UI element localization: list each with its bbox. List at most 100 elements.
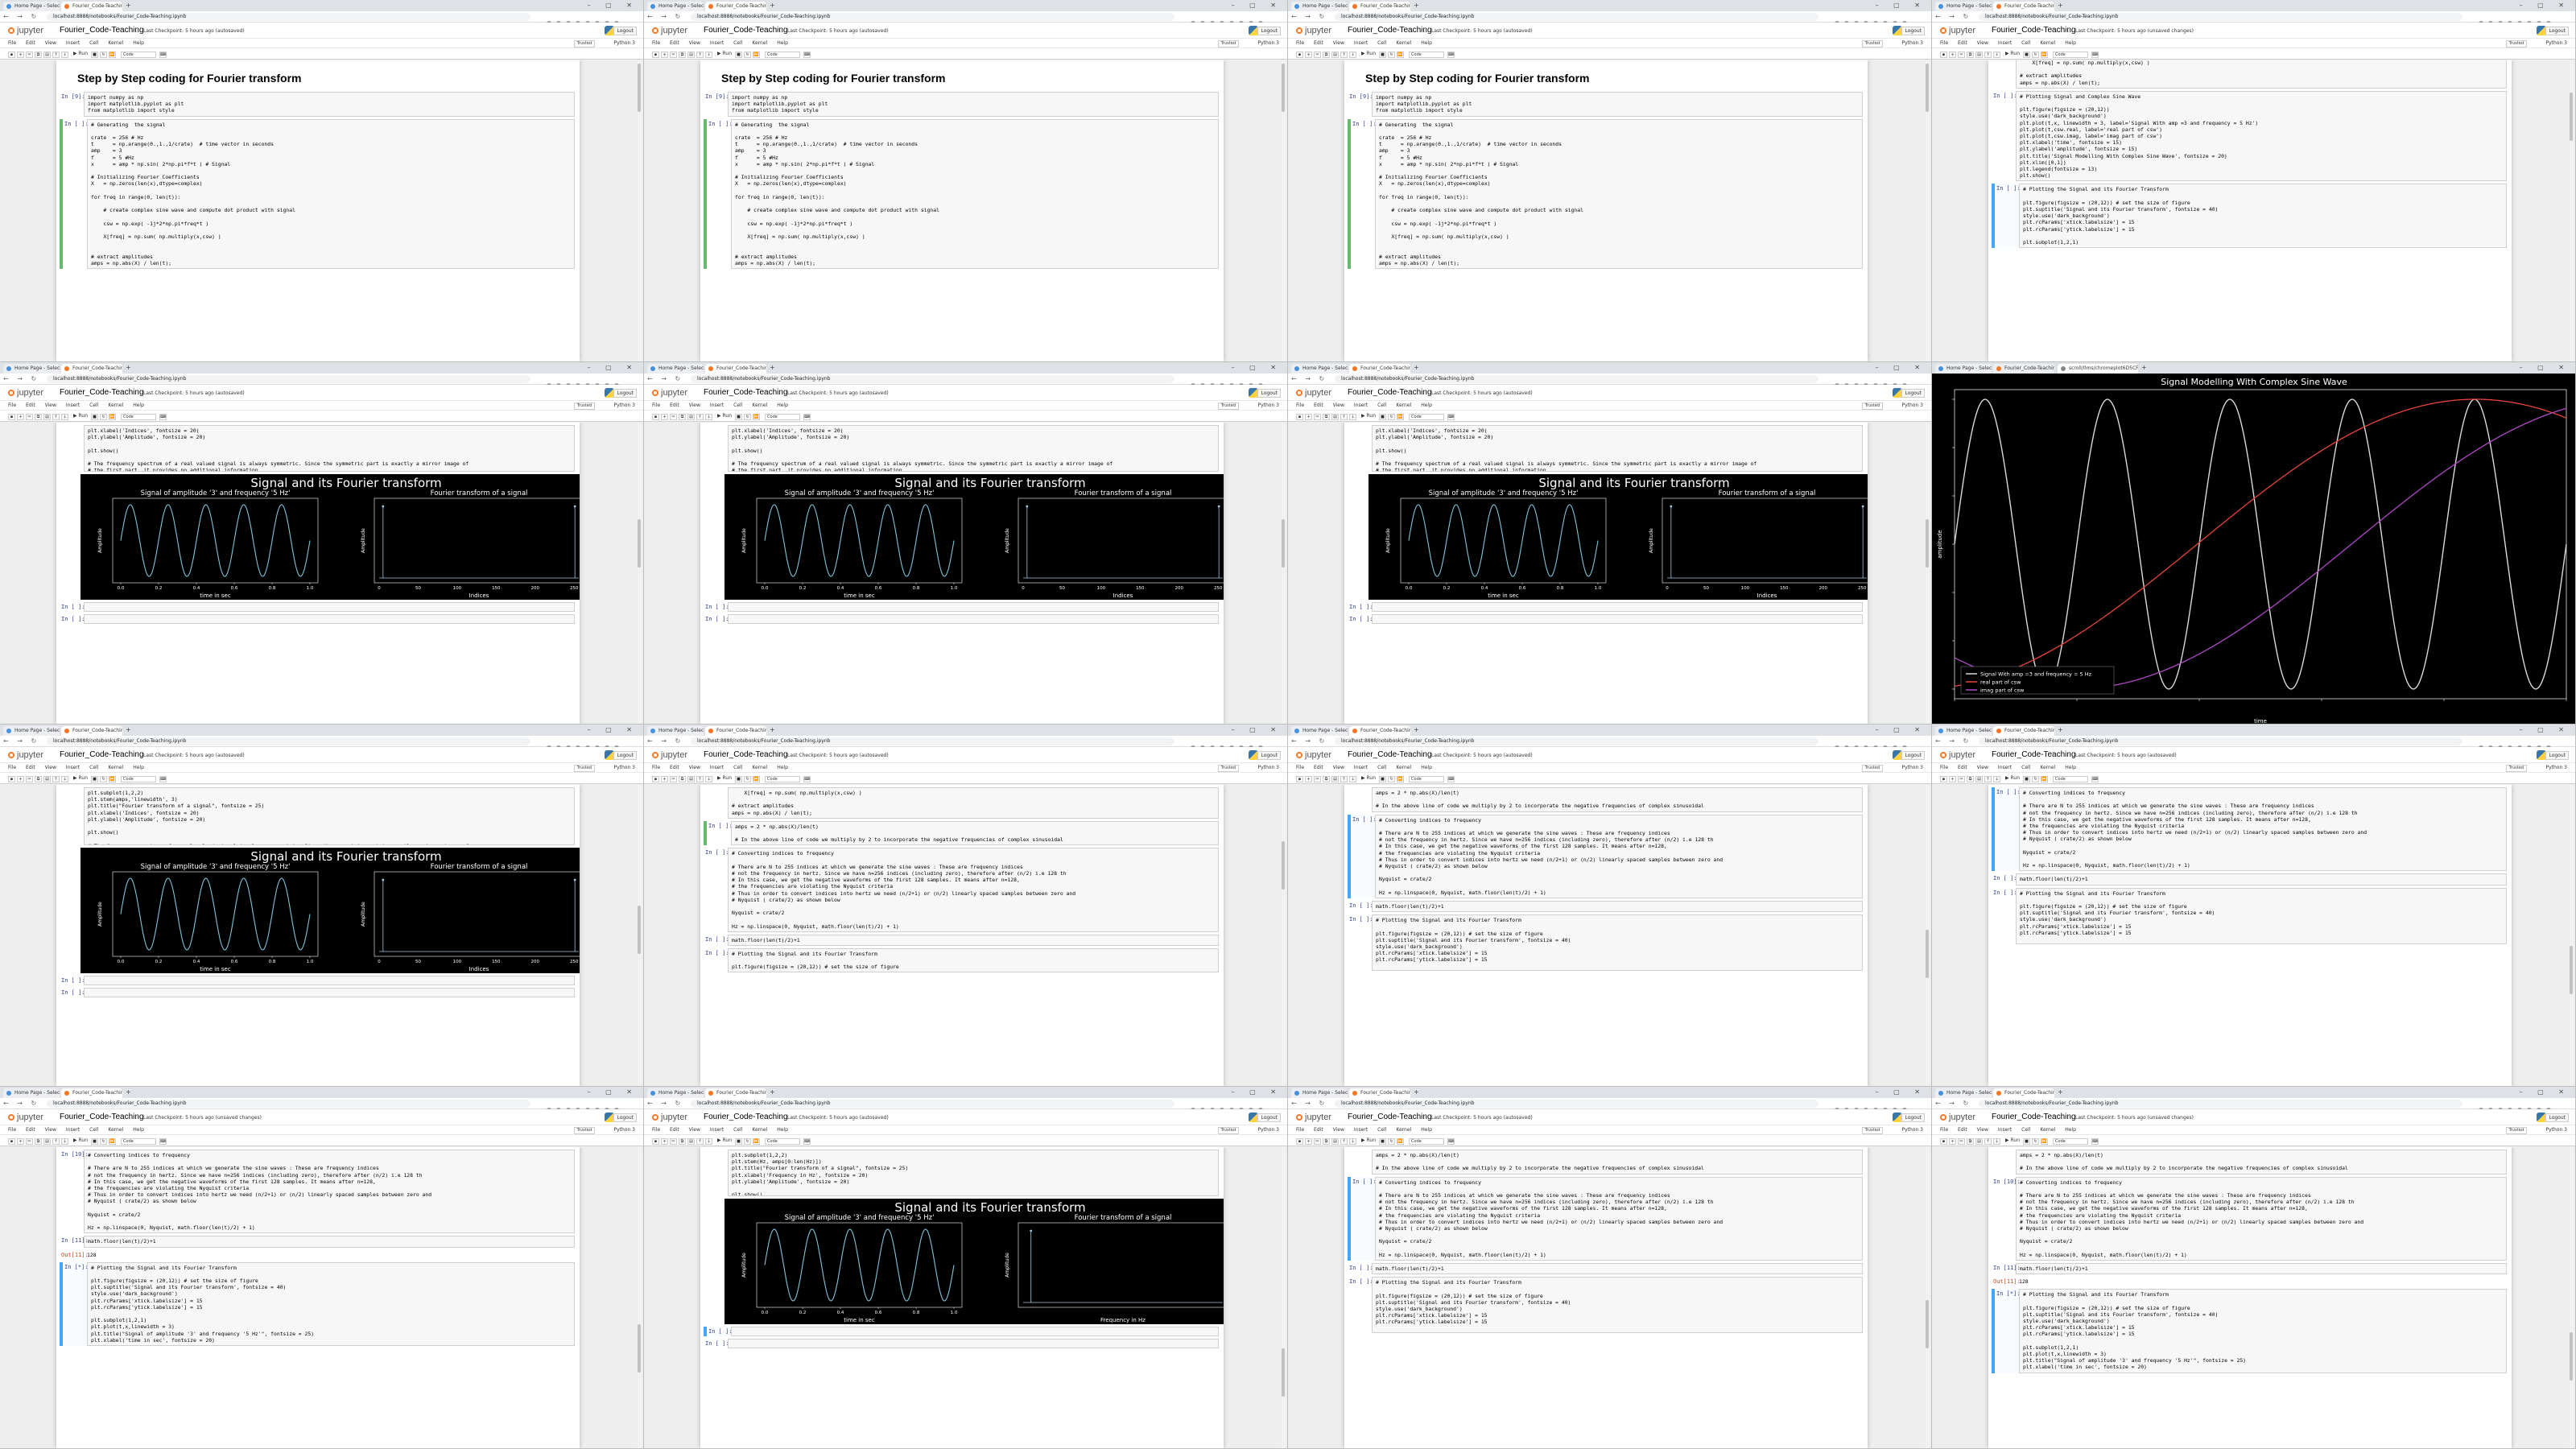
menu-item[interactable]: Kernel xyxy=(108,40,123,46)
code-cell[interactable]: In [ ]: # Converting indices to frequency… xyxy=(704,848,1219,932)
code-cell[interactable]: In [ ]: # Generating the signal crate = 2… xyxy=(60,118,575,270)
code-editor[interactable]: # Plotting the Signal and its Fourier Tr… xyxy=(1372,1277,1863,1334)
logout-button[interactable]: Logout xyxy=(1901,751,1925,760)
window-controls[interactable]: – ▢ ✕ xyxy=(1232,1088,1282,1096)
url-field[interactable]: localhost:8888/notebooks/Fourier_Code-Te… xyxy=(47,737,530,745)
browser-tab-notebook[interactable]: Fourier_Code-Teaching - Jupyter xyxy=(61,1088,122,1098)
add-cell-icon[interactable]: + xyxy=(1305,776,1312,782)
notebook-title[interactable]: Fourier_Code-Teaching xyxy=(1348,750,1432,759)
move-down-icon[interactable]: ↓ xyxy=(1349,52,1356,58)
move-down-icon[interactable]: ↓ xyxy=(705,414,712,420)
restart-run-icon[interactable]: ⏩ xyxy=(2041,776,2049,782)
cut-icon[interactable]: ✂ xyxy=(670,52,677,58)
code-cell[interactable]: In [10]: # Converting indices to frequenc… xyxy=(60,1150,575,1234)
menu-item[interactable]: Cell xyxy=(733,402,742,408)
menu-item[interactable]: Edit xyxy=(670,765,679,770)
empty-code-editor[interactable] xyxy=(728,614,1219,624)
restart-icon[interactable]: ↻ xyxy=(2032,52,2040,58)
nav-buttons[interactable]: ← → ↻ xyxy=(1291,1100,1327,1108)
trusted-indicator[interactable]: Trusted xyxy=(573,402,595,410)
menu-item[interactable]: Edit xyxy=(26,765,35,770)
run-button[interactable]: ▶ Run xyxy=(717,775,732,781)
menu-item[interactable]: Insert xyxy=(1354,40,1368,46)
kernel-indicator[interactable]: Python 3 xyxy=(1257,401,1279,411)
notebook-title[interactable]: Fourier_Code-Teaching xyxy=(1992,26,2076,35)
scrollbar[interactable] xyxy=(2569,60,2574,361)
browser-tab-home[interactable]: Home Page - Select or create a n xyxy=(1935,364,1992,374)
stop-icon[interactable]: ■ xyxy=(735,52,743,58)
paste-icon[interactable]: ▤ xyxy=(1331,776,1339,782)
menu-item[interactable]: View xyxy=(1333,402,1344,408)
logout-button[interactable]: Logout xyxy=(1901,389,1925,398)
new-tab-button[interactable]: + xyxy=(1414,726,1419,734)
run-button[interactable]: ▶ Run xyxy=(1361,51,1376,56)
nav-buttons[interactable]: ← → ↻ xyxy=(1291,737,1327,745)
menu-item[interactable]: Help xyxy=(133,765,144,770)
scrollbar-thumb[interactable] xyxy=(638,1324,641,1373)
code-editor[interactable]: math.floor(len(t)/2)+1 xyxy=(1372,1263,1863,1275)
copy-icon[interactable]: ⧉ xyxy=(679,52,686,58)
menu-item[interactable]: Insert xyxy=(710,40,724,46)
notebook-title[interactable]: Fourier_Code-Teaching xyxy=(704,750,788,759)
menu-item[interactable]: Kernel xyxy=(108,765,123,770)
restart-run-icon[interactable]: ⏩ xyxy=(753,52,761,58)
code-editor[interactable]: # Converting indices to frequency # Ther… xyxy=(84,1150,575,1234)
extension-icons[interactable] xyxy=(542,738,638,750)
browser-tab-home[interactable]: Home Page - Select or create a n xyxy=(647,364,704,374)
nav-buttons[interactable]: ← → ↻ xyxy=(647,375,683,383)
menu-item[interactable]: Edit xyxy=(26,40,35,46)
move-up-icon[interactable]: ↑ xyxy=(52,414,60,420)
stop-icon[interactable]: ■ xyxy=(91,414,99,420)
menu-item[interactable]: Help xyxy=(133,1127,144,1133)
logout-button[interactable]: Logout xyxy=(1901,1113,1925,1122)
notebook-title[interactable]: Fourier_Code-Teaching xyxy=(60,26,144,35)
code-cell[interactable]: amps = 2 * np.abs(X)/len(t) # In the abo… xyxy=(1992,1150,2507,1174)
restart-run-icon[interactable]: ⏩ xyxy=(1397,776,1405,782)
code-cell[interactable]: In [9]: import numpy as np import matplot… xyxy=(704,92,1219,117)
code-cell[interactable]: In [ ]: xyxy=(60,976,575,985)
window-controls[interactable]: – ▢ ✕ xyxy=(1232,726,1282,734)
code-editor[interactable]: plt.xlabel('Indices', fontsize = 20) plt… xyxy=(728,425,1219,472)
menu-item[interactable]: File xyxy=(652,402,660,408)
save-icon[interactable]: ▪ xyxy=(8,414,15,420)
jupyter-logo[interactable]: jupyter xyxy=(1296,1113,1331,1122)
move-down-icon[interactable]: ↓ xyxy=(705,1138,712,1145)
menu-item[interactable]: Help xyxy=(2065,765,2076,770)
code-cell[interactable]: In [ ]: # Plotting Signal and Complex Sin… xyxy=(1992,90,2507,182)
menu-item[interactable]: Help xyxy=(777,402,788,408)
menu-item[interactable]: Edit xyxy=(1314,402,1323,408)
code-cell[interactable]: X[freq] = np.sum( np.multiply(x,csw) ) #… xyxy=(704,787,1219,819)
code-cell[interactable]: amps = 2 * np.abs(X)/len(t) # In the abo… xyxy=(1348,787,1863,812)
trusted-indicator[interactable]: Trusted xyxy=(2505,1127,2527,1134)
window-controls[interactable]: – ▢ ✕ xyxy=(2520,364,2570,372)
extension-icons[interactable] xyxy=(1186,14,1282,26)
browser-tab-notebook[interactable]: Fourier_Code-Teaching - Jupyter xyxy=(1349,1088,1410,1098)
scrollbar[interactable] xyxy=(2569,785,2574,1086)
notebook-title[interactable]: Fourier_Code-Teaching xyxy=(60,750,144,759)
browser-tab-notebook[interactable]: Fourier_Code-Teaching - Jupyter xyxy=(1349,726,1410,736)
menu-item[interactable]: Insert xyxy=(66,402,80,408)
restart-run-icon[interactable]: ⏩ xyxy=(109,414,117,420)
trusted-indicator[interactable]: Trusted xyxy=(573,1127,595,1134)
save-icon[interactable]: ▪ xyxy=(1296,414,1303,420)
code-cell[interactable]: In [ ]: xyxy=(704,614,1219,624)
stop-icon[interactable]: ■ xyxy=(2023,52,2031,58)
run-button[interactable]: ▶ Run xyxy=(73,413,88,419)
save-icon[interactable]: ▪ xyxy=(8,776,15,782)
browser-tab-notebook[interactable]: Fourier_Code-Teaching - Jupyter xyxy=(1993,726,2054,736)
code-editor[interactable]: # Plotting Signal and Complex Sine Wave … xyxy=(2016,90,2507,182)
paste-icon[interactable]: ▤ xyxy=(1331,1138,1339,1145)
menu-item[interactable]: Insert xyxy=(1998,1127,2012,1133)
extension-icons[interactable] xyxy=(1186,1100,1282,1113)
menu-item[interactable]: Help xyxy=(2065,40,2076,46)
browser-tab-notebook[interactable]: Fourier_Code-Teaching - Jupyter xyxy=(1349,2,1410,11)
scrollbar-thumb[interactable] xyxy=(2570,1332,2573,1381)
new-tab-button[interactable]: + xyxy=(126,726,131,734)
browser-tab-notebook[interactable]: Fourier_Code-Teaching - Jupyter xyxy=(1993,1088,2054,1098)
code-editor[interactable]: # Converting indices to frequency # Ther… xyxy=(2016,1176,2507,1261)
cut-icon[interactable]: ✂ xyxy=(1314,1138,1321,1145)
move-up-icon[interactable]: ↑ xyxy=(52,776,60,782)
menu-item[interactable]: View xyxy=(45,402,56,408)
nav-buttons[interactable]: ← → ↻ xyxy=(1291,13,1327,21)
code-editor[interactable]: plt.subplot(1,2,2) plt.stem(Hz, amps[0:l… xyxy=(728,1150,1219,1196)
